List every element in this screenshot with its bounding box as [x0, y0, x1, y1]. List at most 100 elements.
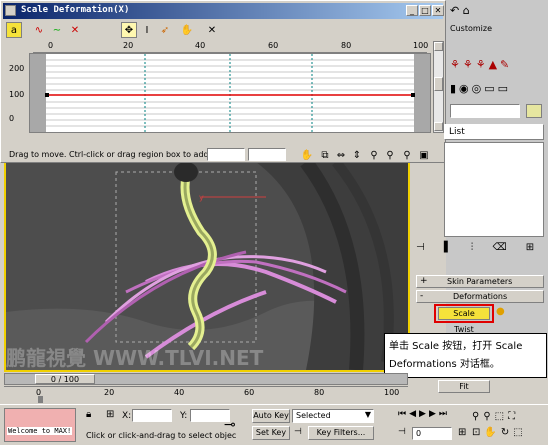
minimize-button[interactable]: _	[406, 5, 418, 16]
lock-aspect-icon[interactable]: a	[6, 22, 22, 38]
viewport-nav-icons[interactable]: ⚲⚲⬚⛶ ⊡✋↻⬚	[472, 409, 546, 443]
callout-line-2: Deformations 对话框。	[389, 359, 500, 370]
menu-customize[interactable]: Customize	[450, 24, 492, 33]
key-filters-label: Key Filters...	[316, 428, 366, 437]
zoom-region-icon[interactable]: ▣	[416, 147, 432, 163]
insert-corner-point-icon[interactable]: ➶	[157, 22, 173, 38]
object-color-swatch[interactable]	[526, 104, 542, 118]
point-x-field[interactable]	[207, 148, 245, 161]
absolute-mode-icon[interactable]: ⊞	[106, 409, 114, 420]
selection-set-value: Selected	[296, 411, 331, 420]
rollout-deformations-label: Deformations	[453, 292, 508, 301]
lock-selection-icon[interactable]: 🔒︎	[86, 409, 91, 420]
command-panel: Customize ↶ ⌂ ⚘⚘⚘▲✎ ▮◉◎▭▭ List ⊣ ▌ ⫶ ⌫ ⊞…	[416, 0, 548, 393]
insert-bezier-point-icon[interactable]: ✋	[179, 22, 195, 38]
watermark: 鹏龍視覺 WWW.TLVI.NET	[6, 346, 264, 370]
scale-enable-bulb-icon[interactable]: ●	[496, 306, 508, 319]
track-tick-20: 20	[104, 388, 115, 397]
set-key-label: Set Key	[255, 428, 287, 437]
modifier-list-label: List	[449, 127, 465, 137]
playback-controls[interactable]: ⏮◀▶▶⏭	[398, 409, 464, 423]
ruler-tick-80: 80	[341, 41, 352, 50]
zoom-icon[interactable]: ⚲	[399, 147, 415, 163]
zoom-extents-icon[interactable]: ⧉	[317, 147, 333, 163]
rollout-deformations[interactable]: - Deformations	[416, 290, 544, 303]
object-name-field[interactable]	[450, 104, 520, 118]
set-key-button[interactable]: Set Key	[252, 426, 290, 440]
selection-set-dropdown[interactable]: Selected ▼	[292, 409, 374, 423]
key-indicator	[38, 396, 43, 403]
y-label: Y:	[180, 411, 188, 421]
track-tick-60: 60	[244, 388, 255, 397]
rollout-skin-parameters-label: Skin Parameters	[447, 277, 513, 286]
fit-button[interactable]: Fit	[438, 380, 490, 393]
time-config-icon[interactable]: ⊞	[458, 427, 466, 438]
track-tick-80: 80	[314, 388, 325, 397]
track-bar[interactable]: 0 20 40 60 80 100	[4, 386, 408, 404]
x-coordinate-field[interactable]	[132, 409, 172, 422]
ruler-tick-0: 0	[48, 41, 54, 50]
zoom-vertical-icon[interactable]: ⚲	[382, 147, 398, 163]
rollout-skin-parameters[interactable]: + Skin Parameters	[416, 275, 544, 288]
scene-render: y	[6, 162, 408, 370]
zoom-horizontal-icon[interactable]: ⚲	[366, 147, 382, 163]
zoom-horizontal-extents-icon[interactable]: ⇔	[333, 147, 349, 163]
display-x-curve-icon[interactable]: ∿	[31, 22, 47, 38]
key-filters-button[interactable]: Key Filters...	[308, 426, 374, 440]
swap-curves-icon[interactable]: ✕	[67, 22, 83, 38]
y-tick-0: 0	[9, 114, 15, 123]
dialog-status-text: Drag to move. Ctrl-click or drag region …	[9, 150, 226, 159]
pan-hand-icon[interactable]: ✋	[299, 147, 315, 163]
modifier-list-dropdown[interactable]: List	[444, 124, 544, 140]
fit-button-label: Fit	[459, 382, 469, 391]
current-frame-value: 0	[416, 429, 422, 438]
time-slider-frame: 0 / 100	[50, 375, 80, 384]
display-y-curve-icon[interactable]: ∼	[49, 22, 65, 38]
frame-ruler: 0 20 40 60 80 100	[33, 41, 429, 53]
graph-scrollbar-vertical[interactable]	[433, 41, 444, 133]
scale-button[interactable]: Scale	[438, 307, 490, 320]
ruler-tick-100: 100	[413, 41, 429, 50]
time-slider-thumb[interactable]: 0 / 100	[35, 374, 95, 384]
maxscript-listener[interactable]: Welcome to MAX!	[4, 408, 76, 442]
viewport[interactable]: y 鹏龍視覺 WWW.TLVI.NET	[4, 160, 410, 372]
move-control-point-icon[interactable]: ✥	[121, 22, 137, 38]
track-tick-40: 40	[174, 388, 185, 397]
stack-tool-icons[interactable]: ⊣ ▌ ⫶ ⌫ ⊞	[416, 242, 544, 258]
scale-deformation-dialog: Scale Deformation(X) _ □ ✕ a ∿ ∼ ✕ ✥ I ➶…	[0, 0, 446, 163]
close-button[interactable]: ✕	[432, 5, 444, 16]
set-key-icon[interactable]: ⊸	[224, 417, 236, 433]
ruler-tick-40: 40	[195, 41, 206, 50]
scale-button-label: Scale	[453, 309, 475, 318]
modifier-stack[interactable]	[444, 142, 544, 237]
current-frame-field[interactable]: 0	[412, 427, 452, 440]
key-mode-icon[interactable]: ⊣	[294, 427, 302, 437]
hierarchy-tab-icons[interactable]: ▮◉◎▭▭	[450, 82, 544, 100]
ruler-tick-20: 20	[123, 41, 134, 50]
dialog-title: Scale Deformation(X)	[21, 5, 130, 15]
chevron-down-icon: ▼	[364, 410, 371, 419]
dialog-titlebar[interactable]: Scale Deformation(X) _ □ ✕	[3, 3, 444, 19]
callout-line-1: 单击 Scale 按钮，打开 Scale	[389, 341, 523, 352]
control-point-end[interactable]	[411, 93, 415, 97]
bottom-bar: Welcome to MAX! 🔒︎ ⊞ X: Y: Click or clic…	[0, 404, 548, 445]
zoom-vertical-extents-icon[interactable]: ⇕	[349, 147, 365, 163]
point-y-field[interactable]	[248, 148, 286, 161]
x-label: X:	[122, 411, 132, 421]
track-tick-100: 100	[384, 388, 400, 397]
create-tab-icons[interactable]: ⚘⚘⚘▲✎	[450, 58, 544, 76]
scale-control-point-icon[interactable]: I	[139, 22, 155, 38]
svg-text:y: y	[199, 193, 204, 202]
auto-key-button[interactable]: Auto Key	[252, 409, 290, 423]
control-point-start[interactable]	[45, 93, 49, 97]
listener-text: Welcome to MAX!	[7, 427, 73, 435]
app-icon	[5, 5, 16, 16]
curve-graph[interactable]	[29, 53, 431, 133]
maximize-button[interactable]: □	[419, 5, 431, 16]
ruler-tick-60: 60	[268, 41, 279, 50]
auto-key-label: Auto Key	[253, 411, 289, 420]
time-slider[interactable]: 0 / 100	[4, 373, 408, 385]
y-tick-200: 200	[9, 64, 25, 73]
key-mode-toggle-icon[interactable]: ⊣	[398, 427, 406, 437]
delete-control-point-icon[interactable]: ✕	[204, 22, 220, 38]
